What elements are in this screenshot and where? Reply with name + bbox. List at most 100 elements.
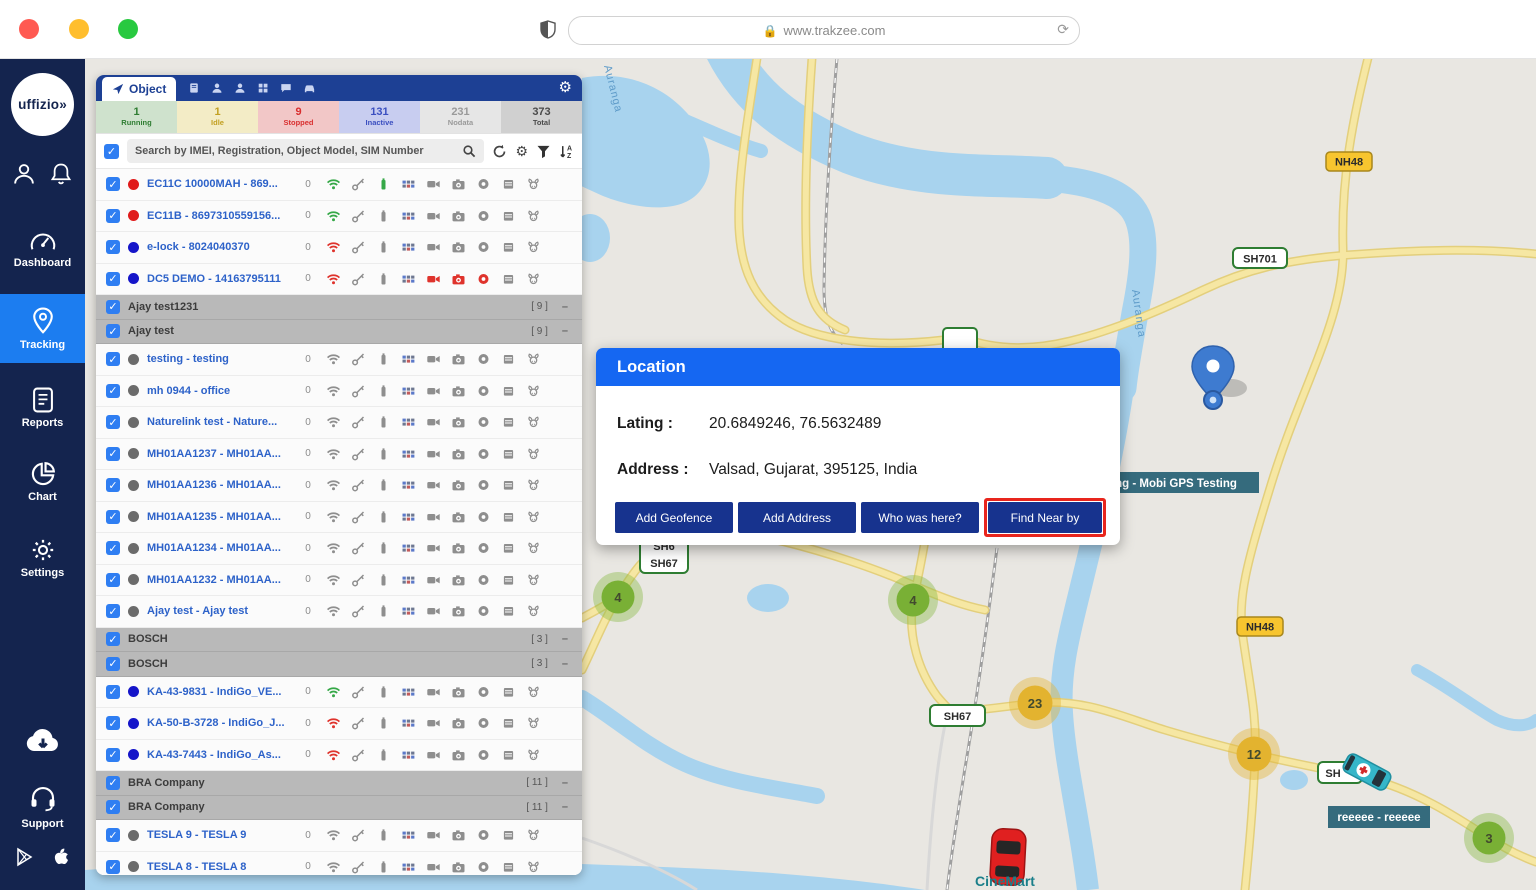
- group-row[interactable]: ✓ BRA Company [ 11 ] –: [96, 771, 582, 796]
- vehicle-list[interactable]: ✓ EC11C 10000MAH - 869... 0 ✓ EC11B - 86…: [96, 169, 582, 875]
- ignition-key-icon[interactable]: [346, 447, 371, 461]
- panel-settings-icon[interactable]: ⚙: [559, 78, 572, 96]
- stat-running[interactable]: 1Running: [96, 101, 177, 133]
- ignition-key-icon[interactable]: [346, 352, 371, 366]
- collapse-icon[interactable]: –: [562, 777, 568, 789]
- signal-icon[interactable]: [321, 209, 346, 223]
- ignition-key-icon[interactable]: [346, 272, 371, 286]
- animal-face-icon[interactable]: [521, 685, 546, 699]
- video-camera-icon[interactable]: [421, 685, 446, 699]
- grid-view-icon[interactable]: [257, 82, 269, 94]
- channels-icon[interactable]: [396, 384, 421, 398]
- vehicle-label[interactable]: reeeee - reeeee: [1328, 806, 1430, 828]
- animal-face-icon[interactable]: [521, 541, 546, 555]
- battery-icon[interactable]: [371, 415, 396, 429]
- memory-card-icon[interactable]: [496, 447, 521, 461]
- collapse-icon[interactable]: –: [562, 633, 568, 645]
- group-checkbox[interactable]: ✓: [106, 776, 120, 790]
- photo-camera-icon[interactable]: [446, 415, 471, 429]
- sidebar-item-support[interactable]: Support: [0, 784, 85, 830]
- photo-camera-icon[interactable]: [446, 541, 471, 555]
- animal-face-icon[interactable]: [521, 716, 546, 730]
- video-camera-icon[interactable]: [421, 510, 446, 524]
- video-camera-icon[interactable]: [421, 573, 446, 587]
- record-icon[interactable]: [471, 748, 496, 762]
- driver-icon[interactable]: [211, 82, 223, 94]
- list-item[interactable]: ✓ Naturelink test - Nature... 0: [96, 407, 582, 439]
- photo-camera-icon[interactable]: [446, 748, 471, 762]
- photo-camera-icon[interactable]: [446, 447, 471, 461]
- memory-card-icon[interactable]: [496, 384, 521, 398]
- trips-icon[interactable]: [188, 82, 200, 94]
- video-camera-icon[interactable]: [421, 209, 446, 223]
- vehicle-name[interactable]: EC11C 10000MAH - 869...: [147, 178, 295, 190]
- window-minimize-button[interactable]: [69, 19, 89, 39]
- sidebar-item-reports[interactable]: Reports: [0, 376, 85, 439]
- memory-card-icon[interactable]: [496, 828, 521, 842]
- tab-object[interactable]: Object: [102, 77, 176, 101]
- stat-idle[interactable]: 1Idle: [177, 101, 258, 133]
- channels-icon[interactable]: [396, 716, 421, 730]
- list-item[interactable]: ✓ TESLA 9 - TESLA 9 0: [96, 820, 582, 852]
- group-checkbox[interactable]: ✓: [106, 800, 120, 814]
- battery-icon[interactable]: [371, 573, 396, 587]
- battery-icon[interactable]: [371, 272, 396, 286]
- record-icon[interactable]: [471, 447, 496, 461]
- animal-face-icon[interactable]: [521, 828, 546, 842]
- list-item[interactable]: ✓ TESLA 8 - TESLA 8 0: [96, 852, 582, 876]
- channels-icon[interactable]: [396, 685, 421, 699]
- list-item[interactable]: ✓ EC11C 10000MAH - 869... 0: [96, 169, 582, 201]
- collapse-icon[interactable]: –: [562, 801, 568, 813]
- cluster-marker[interactable]: 4: [593, 572, 643, 622]
- ignition-key-icon[interactable]: [346, 510, 371, 524]
- row-checkbox[interactable]: ✓: [106, 860, 120, 874]
- video-camera-icon[interactable]: [421, 384, 446, 398]
- video-camera-icon[interactable]: [421, 748, 446, 762]
- channels-icon[interactable]: [396, 604, 421, 618]
- row-checkbox[interactable]: ✓: [106, 478, 120, 492]
- channels-icon[interactable]: [396, 748, 421, 762]
- video-camera-icon[interactable]: [421, 415, 446, 429]
- channels-icon[interactable]: [396, 415, 421, 429]
- memory-card-icon[interactable]: [496, 860, 521, 874]
- record-icon[interactable]: [471, 510, 496, 524]
- ignition-key-icon[interactable]: [346, 177, 371, 191]
- channels-icon[interactable]: [396, 447, 421, 461]
- row-checkbox[interactable]: ✓: [106, 716, 120, 730]
- search-input[interactable]: Search by IMEI, Registration, Object Mod…: [127, 139, 484, 163]
- ignition-key-icon[interactable]: [346, 748, 371, 762]
- group-row[interactable]: ✓ BOSCH [ 3 ] –: [96, 628, 582, 653]
- ignition-key-icon[interactable]: [346, 828, 371, 842]
- animal-face-icon[interactable]: [521, 384, 546, 398]
- group-checkbox[interactable]: ✓: [106, 324, 120, 338]
- ignition-key-icon[interactable]: [346, 860, 371, 874]
- signal-icon[interactable]: [321, 828, 346, 842]
- ignition-key-icon[interactable]: [346, 384, 371, 398]
- google-play-icon[interactable]: [15, 847, 35, 867]
- channels-icon[interactable]: [396, 272, 421, 286]
- memory-card-icon[interactable]: [496, 685, 521, 699]
- signal-icon[interactable]: [321, 860, 346, 874]
- video-camera-icon[interactable]: [421, 352, 446, 366]
- record-icon[interactable]: [471, 860, 496, 874]
- photo-camera-icon[interactable]: [446, 352, 471, 366]
- row-checkbox[interactable]: ✓: [106, 828, 120, 842]
- signal-icon[interactable]: [321, 447, 346, 461]
- video-camera-icon[interactable]: [421, 478, 446, 492]
- vehicle-name[interactable]: TESLA 8 - TESLA 8: [147, 861, 295, 873]
- record-icon[interactable]: [471, 716, 496, 730]
- list-item[interactable]: ✓ KA-43-7443 - IndiGo_As... 0: [96, 740, 582, 772]
- video-camera-icon[interactable]: [421, 860, 446, 874]
- record-icon[interactable]: [471, 573, 496, 587]
- animal-face-icon[interactable]: [521, 272, 546, 286]
- search-icon[interactable]: [462, 144, 476, 158]
- channels-icon[interactable]: [396, 828, 421, 842]
- video-camera-icon[interactable]: [421, 716, 446, 730]
- vehicle-name[interactable]: MH01AA1234 - MH01AA...: [147, 542, 295, 554]
- vehicle-name[interactable]: DC5 DEMO - 14163795111: [147, 273, 295, 285]
- cloud-download-button[interactable]: [0, 726, 85, 761]
- ignition-key-icon[interactable]: [346, 604, 371, 618]
- list-item[interactable]: ✓ KA-50-B-3728 - IndiGo_J... 0: [96, 708, 582, 740]
- signal-icon[interactable]: [321, 685, 346, 699]
- memory-card-icon[interactable]: [496, 510, 521, 524]
